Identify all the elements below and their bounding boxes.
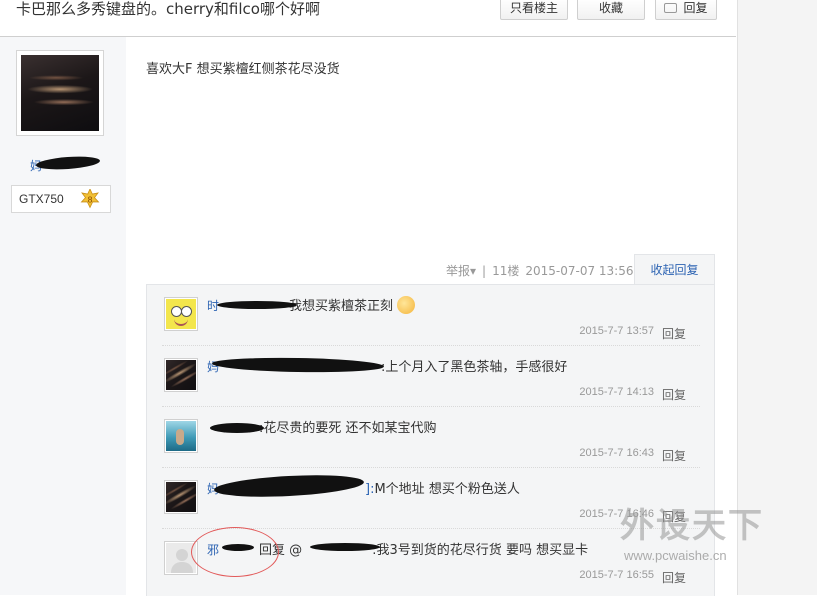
level-badge[interactable]: GTX750 8: [11, 185, 111, 213]
level-star-icon: 8: [80, 189, 100, 209]
annotation-circle: [191, 527, 279, 577]
comment-time: 2015-7-7 13:57: [579, 325, 654, 337]
reply-button[interactable]: 回复: [655, 0, 717, 20]
redaction-mark: [310, 543, 380, 551]
spongebob-avatar[interactable]: [164, 297, 198, 331]
comment-time: 2015-7-7 14:13: [579, 386, 654, 398]
only-author-button[interactable]: 只看楼主: [500, 0, 568, 20]
comment-icon: [664, 3, 678, 13]
comment-reply-link[interactable]: 回复: [662, 325, 686, 342]
level-name: GTX750: [19, 192, 64, 206]
smile-emoji-icon: [397, 296, 416, 314]
redaction-mark: [35, 154, 101, 172]
level-number: 8: [87, 195, 92, 204]
thread-title: 卡巴那么多秀键盘的。cherry和filco哪个好啊: [16, 0, 320, 18]
watermark-logo: 外设天下: [620, 506, 764, 546]
author-avatar-image: [21, 55, 99, 131]
reply-button-label: 回复: [683, 1, 708, 15]
comment-reply-link[interactable]: 回复: [662, 447, 686, 464]
scratch-avatar[interactable]: [164, 480, 198, 514]
watermark: 外设天下 www.pcwaishe.cn: [616, 498, 816, 568]
post-meta: 举报▾ | 11楼 2015-07-07 13:56: [446, 262, 640, 279]
author-avatar[interactable]: [16, 50, 104, 136]
comment-item: :花尽贵的要死 还不如某宝代购 2015-7-7 16:43 回复: [162, 407, 700, 468]
author-panel: 妈 GTX750 8: [0, 37, 126, 595]
meta-separator: |: [482, 264, 487, 278]
comment-item: 妈:上个月入了黑色茶轴，手感很好 2015-7-7 14:13 回复: [162, 346, 700, 407]
thread-title-bar: 卡巴那么多秀键盘的。cherry和filco哪个好啊 只看楼主 收藏 回复: [0, 0, 736, 37]
post-timestamp: 2015-07-07 13:56: [525, 264, 634, 278]
comment-reply-link[interactable]: 回复: [662, 386, 686, 403]
favorite-button[interactable]: 收藏: [577, 0, 645, 20]
redaction-mark: [217, 301, 297, 309]
comment-username[interactable]: 时: [207, 299, 219, 313]
comment-item: 时我想买紫檀茶正刻 2015-7-7 13:57 回复: [162, 285, 700, 346]
collapse-replies-button[interactable]: 收起回复: [634, 254, 715, 286]
scratch-avatar[interactable]: [164, 358, 198, 392]
author-name[interactable]: 妈: [30, 154, 101, 173]
comment-time: 2015-7-7 16:43: [579, 447, 654, 459]
post-body: 喜欢大F 想买紫檀红侧茶花尽没货: [146, 62, 340, 77]
redaction-mark: [210, 423, 264, 433]
comment-reply-link[interactable]: 回复: [662, 569, 686, 586]
report-link[interactable]: 举报▾: [446, 264, 476, 278]
watermark-url: www.pcwaishe.cn: [624, 548, 727, 563]
floor-number: 11楼: [492, 264, 520, 278]
water-avatar[interactable]: [164, 419, 198, 453]
comment-time: 2015-7-7 16:55: [579, 569, 654, 581]
